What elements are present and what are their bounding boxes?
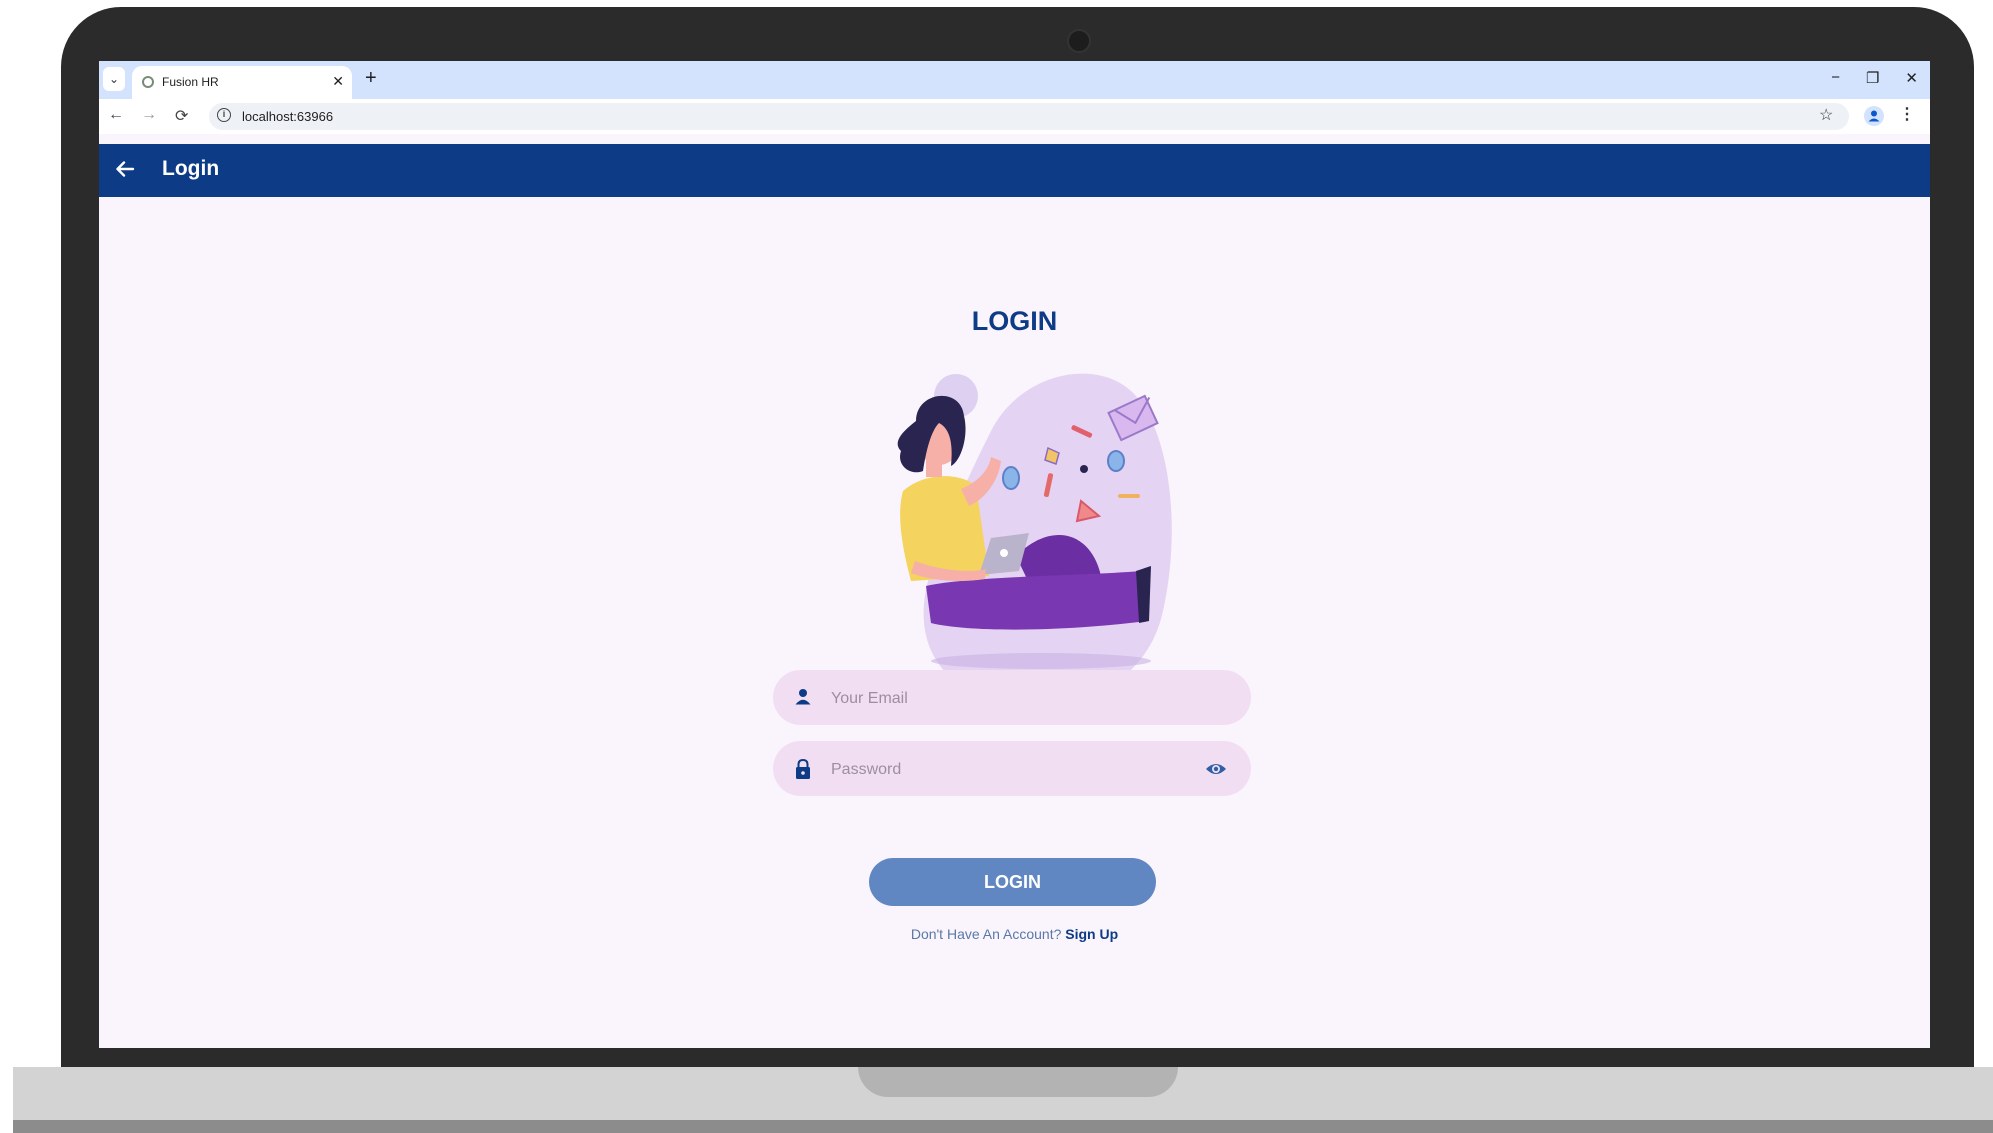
browser-tab[interactable]: Fusion HR ✕: [132, 66, 352, 99]
browser-menu-icon[interactable]: ⋮: [1899, 104, 1915, 124]
password-input[interactable]: [829, 751, 1203, 788]
email-input[interactable]: [829, 680, 1203, 717]
site-info-icon[interactable]: i: [217, 108, 231, 122]
reload-button[interactable]: ⟳: [175, 106, 188, 126]
login-heading: LOGIN: [971, 306, 1058, 336]
address-bar[interactable]: i localhost:63966: [209, 103, 1849, 130]
close-window-button[interactable]: ✕: [1905, 69, 1918, 87]
back-arrow-icon[interactable]: [110, 154, 140, 184]
tab-search-button[interactable]: ⌄: [103, 67, 125, 91]
restore-button[interactable]: ❐: [1866, 69, 1879, 87]
favicon-icon: [142, 76, 154, 88]
laptop-mockup: ⌄ Fusion HR ✕ + − ❐ ✕ ← → ⟳ i localhost:…: [0, 0, 1993, 1133]
login-button[interactable]: LOGIN: [869, 858, 1156, 906]
no-account-text: Don't Have An Account?: [910, 926, 1066, 942]
url-text[interactable]: localhost:63966: [242, 109, 333, 124]
tab-bar: ⌄ Fusion HR ✕ + − ❐ ✕: [99, 61, 1930, 99]
password-field[interactable]: [773, 741, 1251, 796]
profile-icon[interactable]: [1864, 106, 1884, 126]
signup-prompt: Don't Have An Account? Sign Up: [99, 926, 1930, 942]
bookmark-star-icon[interactable]: ☆: [1819, 105, 1833, 125]
show-password-icon[interactable]: [1205, 759, 1227, 779]
app-bar: Login: [99, 144, 1930, 197]
browser-toolbar: ← → ⟳ i localhost:63966 ☆ ⋮: [99, 99, 1930, 134]
lock-icon: [793, 758, 813, 779]
tab-title: Fusion HR: [162, 75, 219, 89]
minimize-button[interactable]: −: [1831, 69, 1840, 87]
back-button[interactable]: ←: [108, 106, 124, 124]
laptop-notch: [858, 1067, 1178, 1097]
person-icon: [793, 687, 813, 707]
browser-window: ⌄ Fusion HR ✕ + − ❐ ✕ ← → ⟳ i localhost:…: [99, 61, 1930, 1048]
camera-icon: [1067, 29, 1091, 53]
new-tab-button[interactable]: +: [365, 67, 377, 90]
forward-button[interactable]: →: [141, 106, 157, 124]
email-field[interactable]: [773, 670, 1251, 725]
page-title: Login: [162, 157, 220, 180]
signup-link[interactable]: Sign Up: [1065, 926, 1118, 942]
tab-close-icon[interactable]: ✕: [332, 73, 344, 90]
laptop-base-edge: [13, 1120, 1993, 1133]
window-controls: − ❐ ✕: [1831, 69, 1918, 87]
